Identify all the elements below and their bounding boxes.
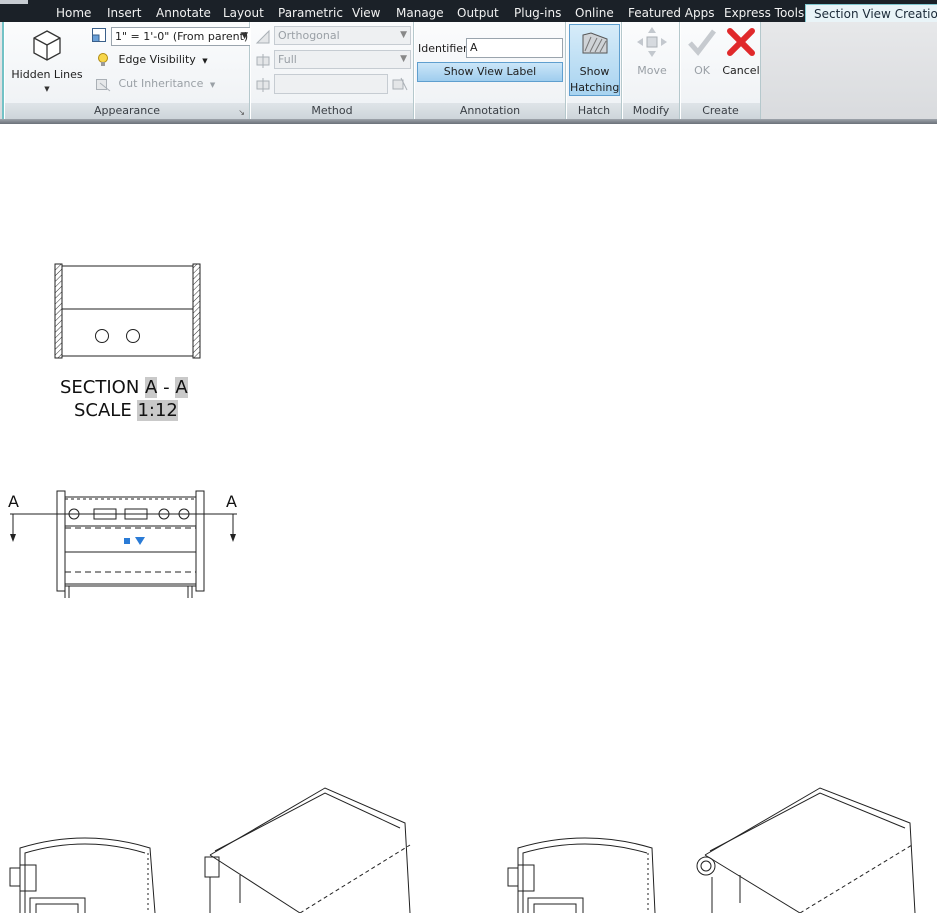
move-button[interactable]: Move <box>625 26 679 92</box>
ok-button[interactable]: OK <box>685 26 719 92</box>
scale-value: 1" = 1'-0" (From parent) <box>115 30 249 43</box>
ok-label: OK <box>694 64 710 77</box>
section-identifier-start: A <box>145 377 158 398</box>
ribbon-tab-bar: Home Insert Annotate Layout Parametric View Ma… <box>0 0 937 22</box>
cancel-button[interactable]: Cancel <box>721 26 761 92</box>
cut-inheritance-label: Cut Inheritance <box>118 77 204 90</box>
close-icon <box>727 28 755 56</box>
triangle-grip-icon[interactable] <box>135 537 145 545</box>
scale-icon <box>92 28 106 42</box>
tab-view[interactable]: View <box>352 4 380 22</box>
section-label-dash: - <box>157 377 176 398</box>
tab-parametric[interactable]: Parametric <box>278 4 343 22</box>
section-type-dropdown[interactable]: Full ▼ <box>274 50 411 69</box>
section-identifier-end: A <box>175 377 188 398</box>
ribbon: Hidden Lines ▼ 1" = 1'-0" (From parent) … <box>0 22 937 119</box>
appearance-panel: Hidden Lines ▼ 1" = 1'-0" (From parent) … <box>4 22 252 119</box>
identifier-label: Identifier <box>418 42 468 55</box>
section-view-a-a[interactable] <box>50 258 210 368</box>
create-panel-title: Create <box>681 103 760 119</box>
scale-label-text: SCALE <box>74 400 132 421</box>
projection-value: Orthogonal <box>278 29 340 42</box>
tab-manage[interactable]: Manage <box>396 4 444 22</box>
cut-inheritance-icon <box>96 79 111 92</box>
hatch-panel: Show Hatching Hatch <box>566 22 622 119</box>
section-depth-field[interactable] <box>274 74 388 94</box>
tab-featured-apps[interactable]: Featured Apps <box>628 4 714 22</box>
dialog-launcher-icon[interactable]: ↘ <box>238 108 245 117</box>
chevron-down-icon: ▼ <box>241 31 248 41</box>
move-arrows-icon <box>637 27 667 57</box>
tab-home[interactable]: Home <box>56 4 91 22</box>
edge-visibility-button[interactable]: Edge Visibility ▼ <box>95 52 208 69</box>
application-menu-button[interactable] <box>0 0 28 4</box>
cut-inheritance-button[interactable]: Cut Inheritance ▼ <box>95 76 215 93</box>
create-panel: OK Cancel Create <box>680 22 761 119</box>
chevron-down-icon: ▼ <box>44 85 50 93</box>
hatch-pattern-icon <box>582 32 608 54</box>
tab-annotate[interactable]: Annotate <box>156 4 211 22</box>
identifier-input[interactable]: A <box>466 38 563 58</box>
scale-row <box>91 27 111 43</box>
modify-panel-title: Modify <box>623 103 679 119</box>
chevron-down-icon: ▼ <box>400 30 407 40</box>
tab-express-tools[interactable]: Express Tools <box>724 4 804 22</box>
section-label-text: SECTION <box>60 377 140 398</box>
pick-point-icon[interactable] <box>391 75 409 93</box>
tab-output[interactable]: Output <box>457 4 499 22</box>
square-grip-icon[interactable] <box>124 538 130 544</box>
section-depth-icon <box>256 78 270 92</box>
cancel-label: Cancel <box>722 64 760 77</box>
annotation-panel: Identifier A Show View Label Annotation <box>414 22 566 119</box>
chevron-down-icon: ▼ <box>209 81 216 89</box>
tab-layout[interactable]: Layout <box>223 4 264 22</box>
show-hatching-label-line1: Show <box>579 65 610 78</box>
parent-view[interactable] <box>4 486 244 606</box>
modify-panel: Move Modify <box>622 22 680 119</box>
hidden-lines-button[interactable]: Hidden Lines ▼ <box>11 26 83 93</box>
tab-insert[interactable]: Insert <box>107 4 141 22</box>
scale-label[interactable]: SCALE 1:12 <box>74 400 178 421</box>
drawing-canvas[interactable]: SECTION A - A SCALE 1:12 A A <box>0 124 937 913</box>
chevron-down-icon: ▼ <box>400 54 407 64</box>
move-label: Move <box>637 64 667 77</box>
edge-visibility-label: Edge Visibility <box>118 53 196 66</box>
tab-section-view-creation[interactable]: Section View Creation <box>805 4 937 22</box>
appearance-panel-title: Appearance <box>5 103 249 119</box>
annotation-panel-title: Annotation <box>415 103 565 119</box>
tab-plug-ins[interactable]: Plug-ins <box>514 4 561 22</box>
show-hatching-label-line2: Hatching <box>570 81 620 94</box>
section-view-label[interactable]: SECTION A - A <box>60 377 188 398</box>
method-panel: Orthogonal ▼ Full ▼ Method <box>250 22 414 119</box>
method-panel-title: Method <box>251 103 413 119</box>
isometric-views <box>9 787 916 913</box>
projection-icon <box>255 29 270 44</box>
show-hatching-button[interactable]: Show Hatching <box>569 24 620 96</box>
section-type-value: Full <box>278 53 297 66</box>
show-view-label-button[interactable]: Show View Label <box>417 62 563 82</box>
lightbulb-icon <box>98 53 108 66</box>
scale-dropdown[interactable]: 1" = 1'-0" (From parent) ▼ <box>111 27 252 46</box>
cube-icon <box>33 30 61 61</box>
checkmark-icon <box>688 29 716 56</box>
tab-online[interactable]: Online <box>575 4 614 22</box>
scale-label-value: 1:12 <box>137 400 178 421</box>
chevron-down-icon: ▼ <box>202 57 208 65</box>
projection-dropdown[interactable]: Orthogonal ▼ <box>274 26 411 45</box>
section-type-icon <box>256 54 270 68</box>
hatch-panel-title: Hatch <box>567 103 621 119</box>
hidden-lines-label: Hidden Lines <box>11 68 83 81</box>
